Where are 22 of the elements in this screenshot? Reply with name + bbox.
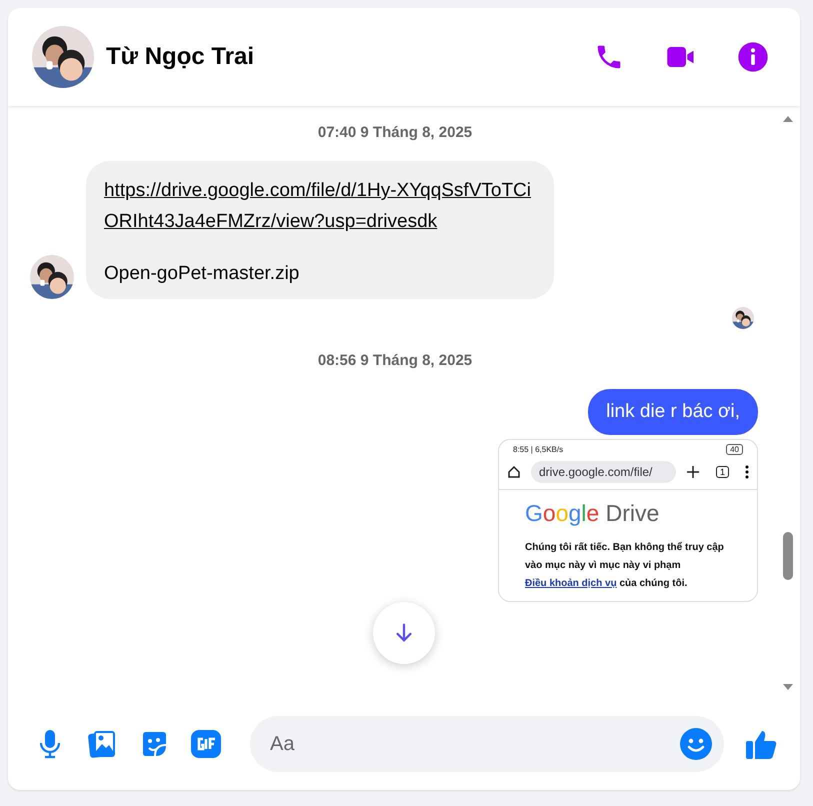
error-message: Chúng tôi rất tiếc. Bạn không thể truy cập vào mục này vì mục này vi phạm Điều khoản dịch vụ của chúng tôi. <box>525 540 725 591</box>
message-timestamp: 07:40 9 Tháng 8, 2025 <box>318 124 472 141</box>
message-bubble: link die r bác ơi, <box>588 389 758 435</box>
message-link[interactable]: https://drive.google.com/file/d/1Hy-XYqqSsfVToTCiORIht43Ja4eFMZrz/view?usp=drivesdk <box>104 175 536 237</box>
plus-icon <box>686 465 700 479</box>
screenshot-image[interactable]: 8:55 | 6,5KB/s 40 drive.google.com/file/ 1 Google Drive Chúng tôi rất tiếc. Bạn không thể truy cập vào mục này vì mục này vi phạm Điều khoản dịch vụ của chúng tôi. <box>498 439 758 602</box>
home-icon <box>507 465 521 479</box>
contact-name: Từ Ngọc Trai <box>106 43 256 71</box>
message-field[interactable]: Aa <box>250 716 724 772</box>
message-input[interactable]: Aa <box>268 732 680 756</box>
message-timestamp: 08:56 9 Tháng 8, 2025 <box>318 352 472 369</box>
address-field: drive.google.com/file/ <box>531 461 676 483</box>
info-button[interactable] <box>736 40 770 74</box>
status-text: 8:55 | 6,5KB/s <box>513 445 564 454</box>
terms-link[interactable]: Điều khoản dịch vụ <box>525 578 617 589</box>
microphone-icon <box>38 729 62 759</box>
tab-count: 1 <box>716 466 729 478</box>
drive-logo: Google Drive <box>525 500 660 527</box>
more-icon <box>745 465 749 479</box>
message-text: Open-goPet-master.zip <box>104 263 300 285</box>
battery-icon: 40 <box>726 444 743 455</box>
emoji-icon[interactable] <box>680 728 712 760</box>
